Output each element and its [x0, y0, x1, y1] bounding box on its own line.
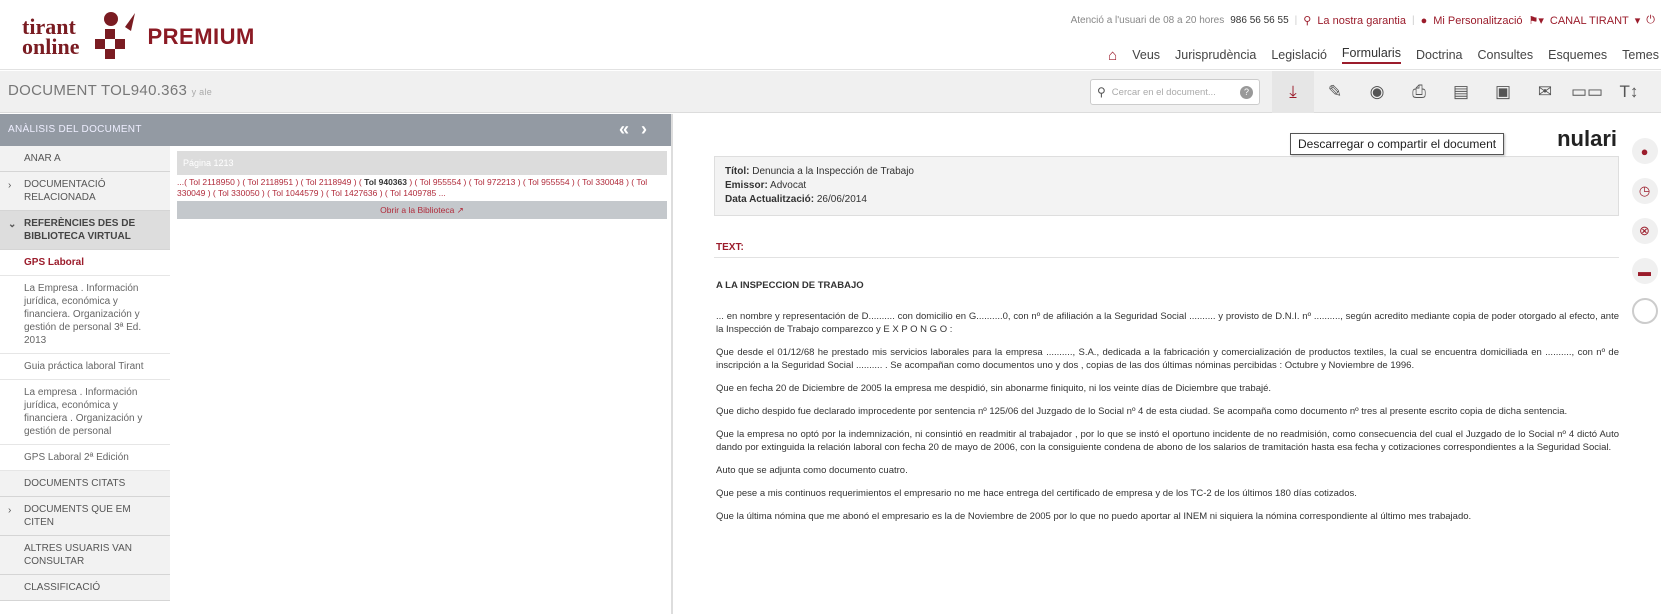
nav-jurisprudencia[interactable]: Jurisprudència	[1175, 48, 1256, 62]
meta-title: Denuncia a la Inspección de Trabajo	[752, 166, 914, 177]
body-paragraph: ... en nombre y representación de D.....…	[716, 311, 1619, 335]
text-label: TEXT:	[716, 242, 744, 253]
document-title-suffix: y ale	[191, 87, 213, 97]
body-paragraph: Que la empresa no optó por la indemnizac…	[716, 429, 1619, 453]
mail-icon[interactable]: ✉	[1524, 71, 1566, 113]
document-body: A LA INSPECCION DE TRABAJO ... en nombre…	[716, 279, 1619, 533]
document-metadata: Títol: Denuncia a la Inspección de Traba…	[714, 156, 1619, 216]
eye-icon[interactable]: ◉	[1356, 71, 1398, 113]
nav-esquemes[interactable]: Esquemes	[1548, 48, 1607, 62]
home-icon[interactable]: ⌂	[1108, 47, 1117, 64]
channel-menu[interactable]: CANAL TIRANT	[1550, 15, 1629, 27]
nav-consultes[interactable]: Consultes	[1478, 48, 1534, 62]
sidebar-item-altres[interactable]: ALTRES USUARIS VAN CONSULTAR	[0, 536, 170, 575]
sidebar-sub-gps[interactable]: GPS Laboral	[0, 250, 170, 276]
sidebar-item-anar[interactable]: ANAR A	[0, 146, 170, 172]
shield-icon: ⚲	[1303, 15, 1312, 27]
collapse-icon[interactable]: «	[619, 119, 641, 139]
open-library-button[interactable]: Obrir a la Biblioteca ↗	[177, 201, 667, 219]
sidebar-sub-guia[interactable]: Guia práctica laboral Tirant	[0, 354, 170, 380]
chevron-right-icon: ›	[8, 505, 12, 516]
body-paragraph: Que dicho despido fue declarado improced…	[716, 406, 1568, 417]
personalization-link[interactable]: Mi Personalització	[1433, 15, 1522, 27]
document-content: nulari Títol: Denuncia a la Inspección d…	[673, 114, 1623, 614]
tirant-logo[interactable]: tirant online PREMIUM	[22, 8, 255, 66]
reader-icon[interactable]: ▭▭	[1566, 71, 1608, 113]
sidebar-item-classificacio[interactable]: CLASSIFICACIÓ	[0, 575, 170, 601]
search-input[interactable]: Cercar en el document...	[1112, 87, 1216, 98]
guarantee-link[interactable]: La nostra garantia	[1317, 15, 1406, 27]
flag-icon[interactable]: ⚑▾	[1529, 14, 1544, 27]
user-icon: ●	[1420, 14, 1428, 27]
nav-doctrina[interactable]: Doctrina	[1416, 48, 1463, 62]
document-search[interactable]: ⚲ Cercar en el document... ?	[1090, 79, 1260, 105]
analysis-sidebar: ANAR A › DOCUMENTACIÓ RELACIONADA ⌄ REFERÈ…	[0, 146, 170, 614]
download-icon[interactable]: ⤓	[1272, 71, 1314, 113]
chevron-right-icon: ›	[8, 180, 12, 191]
meta-emissor: Advocat	[770, 180, 807, 191]
sidebar-sub-gps2[interactable]: GPS Laboral 2ª Edición	[0, 445, 170, 471]
close-circle-icon[interactable]: ⊗	[1631, 218, 1658, 244]
nav-formularis[interactable]: Formularis	[1341, 46, 1401, 64]
help-icon[interactable]: ?	[1240, 85, 1253, 99]
sidebar-sub-empresa[interactable]: La empresa . Información jurídica, econó…	[0, 380, 170, 445]
search-icon: ⚲	[1097, 85, 1106, 99]
knight-logo-icon	[95, 12, 136, 59]
nav-legislacio[interactable]: Legislació	[1271, 48, 1327, 62]
right-action-column: ● ◷ ⊗ ▬	[1628, 138, 1661, 324]
sidebar-item-refs[interactable]: ⌄ REFERÈNCIES DES DE BIBLIOTECA VIRTUAL	[0, 211, 170, 250]
sidebar-sub-empresa3[interactable]: La Empresa . Información jurídica, econó…	[0, 276, 170, 354]
body-paragraph: Que en fecha 20 de Diciembre de 2005 la …	[716, 383, 1272, 394]
meta-date: 26/06/2014	[816, 194, 867, 205]
library-page-header: Página 1213	[177, 151, 667, 175]
circle-icon[interactable]	[1631, 298, 1658, 324]
clock-icon[interactable]: ◷	[1631, 178, 1658, 204]
document-heading: nulari	[1557, 126, 1617, 151]
document-icon[interactable]: ▤	[1440, 71, 1482, 113]
power-icon[interactable]: ⏻	[1646, 14, 1655, 27]
support-phone: 986 56 56 55	[1230, 15, 1289, 26]
chevron-down-icon: ⌄	[8, 219, 17, 230]
document-toolbar: DOCUMENT TOL940.363 y ale ⚲ Cercar en el…	[0, 71, 1661, 113]
font-size-icon[interactable]: T↕	[1608, 71, 1650, 113]
expand-icon[interactable]: ›	[641, 119, 659, 139]
body-paragraph: Auto que se adjunta como documento cuatr…	[716, 465, 908, 476]
download-tooltip: Descarregar o compartir el document	[1290, 133, 1505, 155]
lightbulb-icon[interactable]: ●	[1631, 138, 1658, 164]
document-tools: ⤓ ✎ ◉ ⎙ ▤ ▣ ✉ ▭▭ T↕	[1272, 71, 1650, 113]
save-icon[interactable]: ▣	[1482, 71, 1524, 113]
top-header: tirant online PREMIUM Atenció a l'usuari…	[0, 0, 1661, 70]
external-link-icon: ↗	[456, 205, 464, 215]
analysis-header: ANÀLISIS DEL DOCUMENT «›	[0, 114, 671, 146]
archive-icon[interactable]: ▬	[1631, 258, 1658, 284]
analysis-title: ANÀLISIS DEL DOCUMENT	[8, 124, 142, 135]
library-panel: Página 1213 ...( Tol 2118950 ) ( Tol 211…	[177, 151, 667, 219]
nav-veus[interactable]: Veus	[1132, 48, 1160, 62]
sidebar-item-docs-citats[interactable]: DOCUMENTS CITATS	[0, 471, 170, 497]
library-references: ...( Tol 2118950 ) ( Tol 2118951 ) ( Tol…	[177, 177, 648, 198]
logo-line2: online	[22, 34, 80, 59]
premium-label: PREMIUM	[147, 24, 255, 49]
body-paragraph: Que la última nómina que me abonó el emp…	[716, 511, 1472, 522]
body-paragraph: Que desde el 01/12/68 he prestado mis se…	[716, 347, 1619, 371]
document-title: DOCUMENT TOL940.363 y ale	[8, 82, 213, 99]
print-icon[interactable]: ⎙	[1398, 71, 1440, 113]
sidebar-item-docs-citen[interactable]: › DOCUMENTS QUE EM CITEN	[0, 497, 170, 536]
body-paragraph: Que pese a mis continuos requerimientos …	[716, 488, 1357, 499]
body-heading: A LA INSPECCION DE TRABAJO	[716, 280, 864, 291]
sidebar-item-doc-rel[interactable]: › DOCUMENTACIÓ RELACIONADA	[0, 172, 170, 211]
nav-temes[interactable]: Temes	[1622, 48, 1659, 62]
utility-bar: Atenció a l'usuari de 08 a 20 hores 986 …	[1070, 14, 1655, 27]
support-hours: Atenció a l'usuari de 08 a 20 hores	[1070, 15, 1225, 26]
main-nav: ⌂ Veus Jurisprudència Legislació Formula…	[1108, 46, 1659, 64]
chevron-down-icon: ▾	[1634, 15, 1641, 27]
edit-icon[interactable]: ✎	[1314, 71, 1356, 113]
